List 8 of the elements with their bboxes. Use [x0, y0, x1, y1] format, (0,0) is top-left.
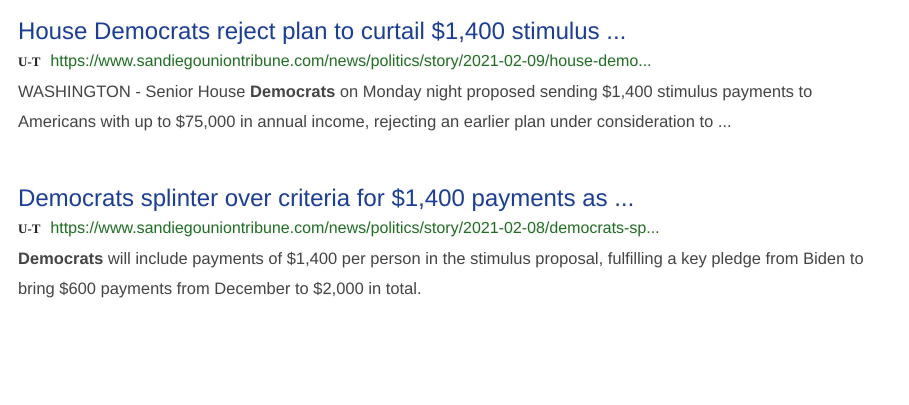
result-url-link[interactable]: https://www.sandiegouniontribune.com/news/politics/story/2021-02-09/house-demo...: [50, 51, 652, 73]
result-snippet: WASHINGTON - Senior House Democrats on Monday night proposed sending $1,400 stimulus payments to Americans with up to $75,000 in annual income, rejecting an earlier plan under consideration to ...: [18, 82, 814, 133]
result-title-link[interactable]: Democrats splinter over criteria for $1,400 payments as ...: [18, 181, 634, 217]
result-snippet: Democrats will include payments of $1,400 per person in the stimulus proposal, fulfilling a key pledge from Biden to bring $600 payments from December to $2,000 in total.: [18, 249, 865, 300]
result-url-link[interactable]: https://www.sandiegouniontribune.com/news/politics/story/2021-02-08/democrats-sp...: [50, 218, 660, 240]
result-title-link[interactable]: House Democrats reject plan to curtail $1,400 stimulus ...: [18, 14, 626, 50]
site-favicon: U-T: [18, 53, 40, 72]
site-favicon: U-T: [18, 220, 40, 238]
